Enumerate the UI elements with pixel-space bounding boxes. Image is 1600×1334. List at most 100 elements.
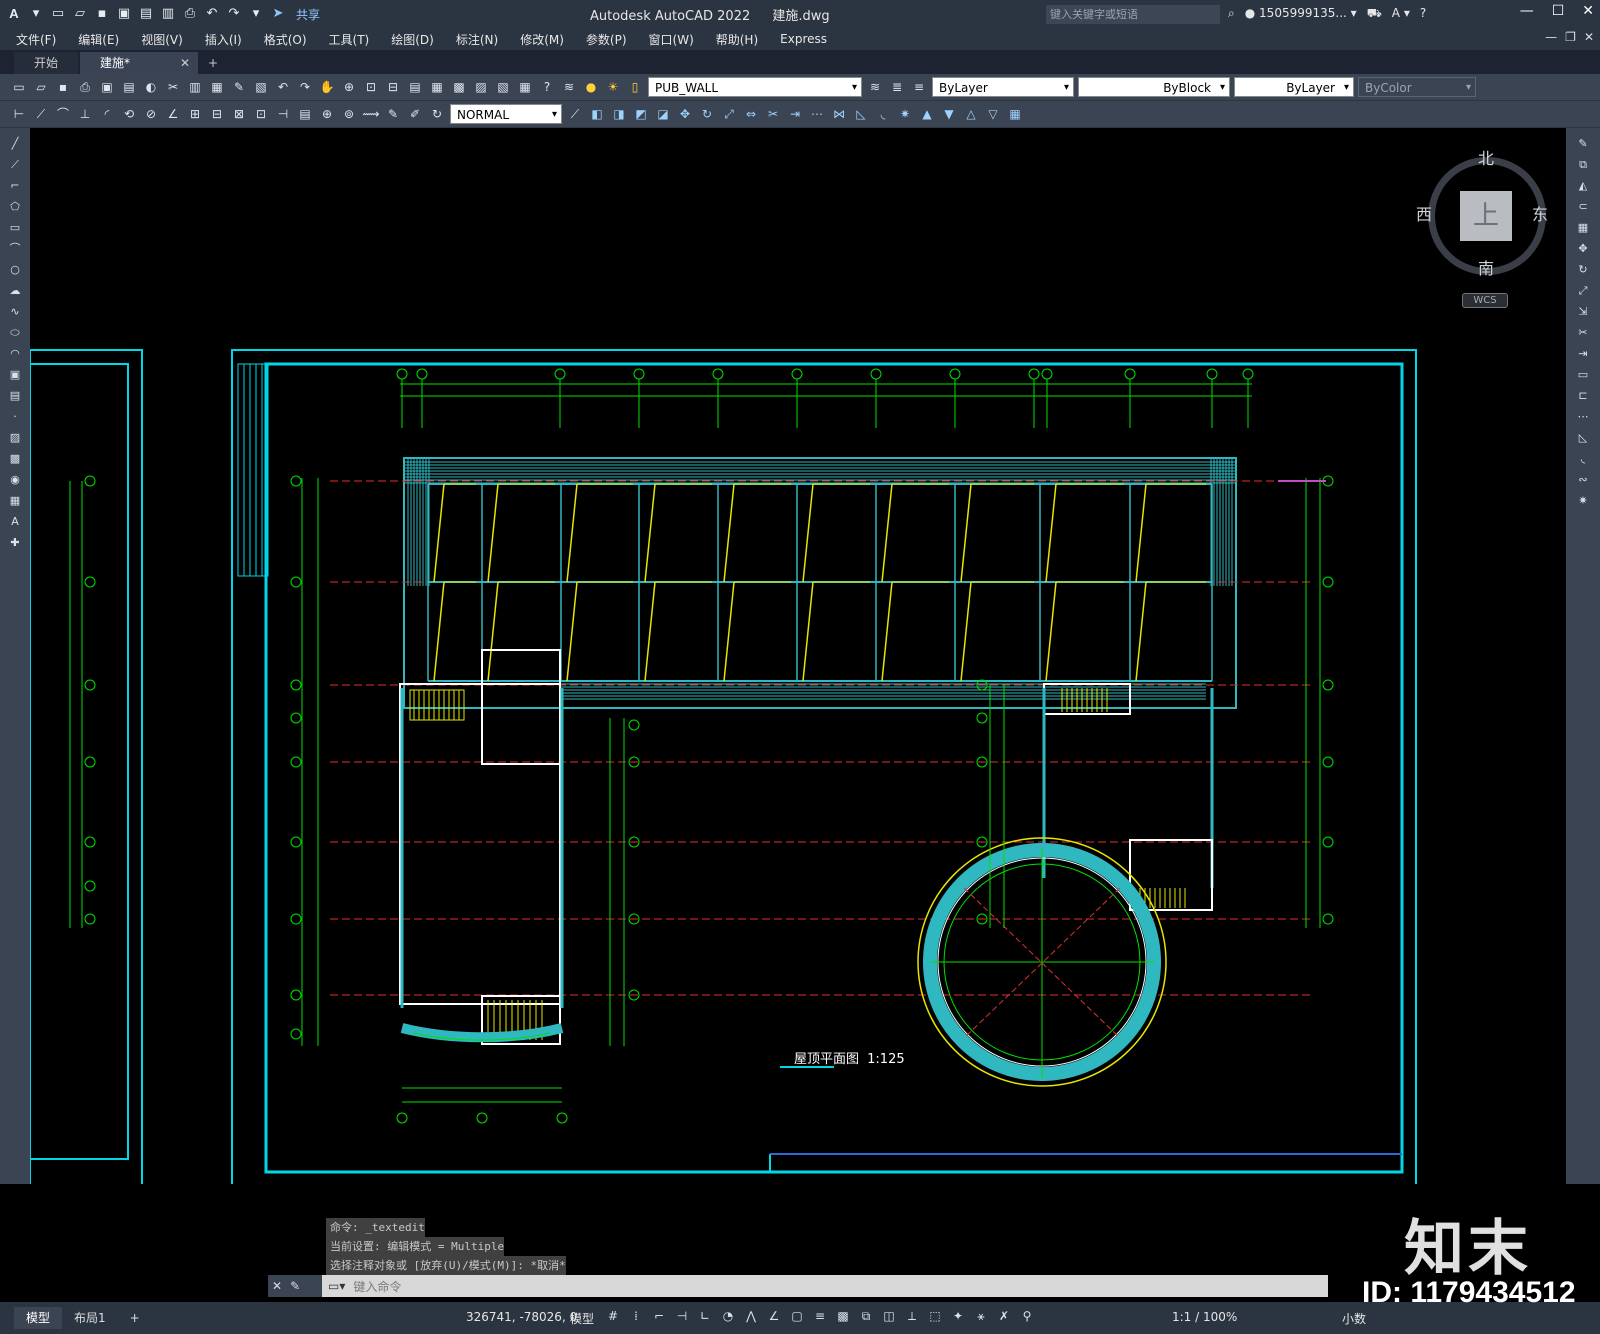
search-input[interactable]: 键入关键字或短语 [1046,5,1220,24]
layer-state-icon[interactable]: ≡ [910,78,928,96]
modify-extend-icon[interactable]: ⇥ [786,105,804,123]
search-icon[interactable]: ⌕ [1228,6,1235,22]
make-block-icon[interactable]: ▤ [6,388,24,404]
customize-wrench-icon[interactable]: ✎ [290,1275,300,1297]
fillet-icon[interactable]: ◟ [1574,451,1592,467]
copy-icon[interactable]: ▥ [186,78,204,96]
properties-icon[interactable]: ▤ [406,78,424,96]
menu-item[interactable]: 绘图(D) [391,31,434,48]
help-icon[interactable]: ? [1420,6,1426,22]
cut-icon[interactable]: ✂ [164,78,182,96]
menu-item[interactable]: 修改(M) [520,31,564,48]
menu-item[interactable]: 格式(O) [264,31,307,48]
erase-icon[interactable]: ✎ [1574,136,1592,152]
dim-baseline-icon[interactable]: ⊟ [208,105,226,123]
units-readout[interactable]: 小数 [1342,1310,1366,1327]
dimstyle-manager-icon[interactable]: ⟋ [566,105,584,123]
layer-properties-icon[interactable]: ≋ [560,78,578,96]
menu-item[interactable]: 视图(V) [141,31,183,48]
arc-icon[interactable]: ⌒ [6,241,24,257]
dim-ordinate-icon[interactable]: ⊥ [76,105,94,123]
new-file-icon[interactable]: ▭ [50,6,66,22]
revcloud-icon[interactable]: ☁ [6,283,24,299]
annotation-scale[interactable]: 1:1 / 100% [1172,1310,1237,1324]
customize-qa-icon[interactable]: ▾ [248,6,264,22]
calculator-icon[interactable]: ▦ [516,78,534,96]
user-account[interactable]: ● 1505999135... ▾ [1245,6,1357,22]
layer-lock-icon[interactable]: ▯ [626,78,644,96]
move-icon[interactable]: ✥ [1574,241,1592,257]
insert-block-icon[interactable]: ▣ [6,367,24,383]
autodesk-app-icon[interactable]: A ▾ [1392,6,1410,22]
linetype-dropdown[interactable]: ByBlock [1078,77,1230,98]
region-icon[interactable]: ◉ [6,472,24,488]
menu-item[interactable]: 窗口(W) [649,31,694,48]
dim-angular-icon[interactable]: ∠ [164,105,182,123]
annotation-scale-icon[interactable]: ⚲ [1020,1309,1034,1324]
3d-dwf-icon[interactable]: ◐ [142,78,160,96]
break-icon[interactable]: ⊏ [1574,388,1592,404]
center-mark-icon[interactable]: ⊕ [318,105,336,123]
compass-north[interactable]: 北 [1478,145,1494,169]
paste-icon[interactable]: ▦ [208,78,226,96]
save-as-icon[interactable]: ▣ [116,6,132,22]
dynamic-ucs-icon[interactable]: ⟂ [905,1309,919,1324]
dim-radius-icon[interactable]: ◜ [98,105,116,123]
help-icon[interactable]: ? [538,78,556,96]
chamfer-icon[interactable]: ◺ [1574,430,1592,446]
dim-linear-icon[interactable]: ⊢ [10,105,28,123]
layer-dropdown[interactable]: PUB_WALL [648,77,862,98]
array-icon[interactable]: ▦ [1574,220,1592,236]
menu-item[interactable]: 编辑(E) [78,31,119,48]
modify-explode-icon[interactable]: ✷ [896,105,914,123]
drawing-canvas[interactable]: 屋顶平面图 1:125 [30,128,1566,1184]
selection-filter-icon[interactable]: ⬚ [928,1309,942,1324]
modify-move-icon[interactable]: ✥ [676,105,694,123]
gradient-icon[interactable]: ▩ [6,451,24,467]
trim-icon[interactable]: ✂ [1574,325,1592,341]
menu-item[interactable]: Express [780,32,827,46]
close-command-line-icon[interactable]: ✕ [272,1275,282,1297]
new-tab-button[interactable]: + [200,52,226,74]
menu-item[interactable]: 参数(P) [586,31,627,48]
annotation-visibility-icon[interactable]: ⚹ [974,1309,988,1324]
undo-icon[interactable]: ↶ [204,6,220,22]
zoom-window-icon[interactable]: ⊡ [362,78,380,96]
modify-array-icon[interactable]: ◪ [654,105,672,123]
open-icon[interactable]: ▱ [32,78,50,96]
save-web-icon[interactable]: ▥ [160,6,176,22]
modify-stretch-icon[interactable]: ⇔ [742,105,760,123]
spline-icon[interactable]: ∿ [6,304,24,320]
quick-dim-icon[interactable]: ⊞ [186,105,204,123]
join-icon[interactable]: ⋯ [1574,409,1592,425]
stretch-icon[interactable]: ⇲ [1574,304,1592,320]
dim-update-icon[interactable]: ↻ [428,105,446,123]
redo-icon[interactable]: ↷ [296,78,314,96]
tab-close-icon[interactable]: ✕ [180,52,190,74]
doc-minimize-icon[interactable]: — [1545,30,1557,44]
plotstyle-dropdown[interactable]: ByColor [1358,77,1476,98]
tab-start[interactable]: 开始 [14,52,79,74]
draworder-below-icon[interactable]: ▽ [984,105,1002,123]
new-icon[interactable]: ▭ [10,78,28,96]
polar-icon[interactable]: ◔ [721,1309,735,1324]
layout-tab-model[interactable]: 模型 [14,1307,63,1329]
dimstyle-dropdown[interactable]: NORMAL [450,104,562,125]
recent-commands-icon[interactable]: ▭▾ [322,1279,345,1293]
dropdown-arrow-icon[interactable]: ▾ [28,6,44,22]
design-center-icon[interactable]: ▦ [428,78,446,96]
save-icon[interactable]: ▪ [94,6,110,22]
menu-item[interactable]: 帮助(H) [716,31,758,48]
plot-icon[interactable]: ⎙ [182,6,198,22]
modify-scale-icon[interactable]: ⤢ [720,105,738,123]
mirror-icon[interactable]: ◭ [1574,178,1592,194]
autocad-logo-icon[interactable]: A [6,6,22,22]
share-icon[interactable]: ➤ [270,6,286,22]
menu-item[interactable]: 文件(F) [16,31,56,48]
offset-icon[interactable]: ⊂ [1574,199,1592,215]
open-file-icon[interactable]: ▱ [72,6,88,22]
dim-continue-icon[interactable]: ⊠ [230,105,248,123]
wcs-menu[interactable]: WCS [1462,293,1508,308]
line-icon[interactable]: ╱ [6,136,24,152]
tool-palettes-icon[interactable]: ▩ [450,78,468,96]
